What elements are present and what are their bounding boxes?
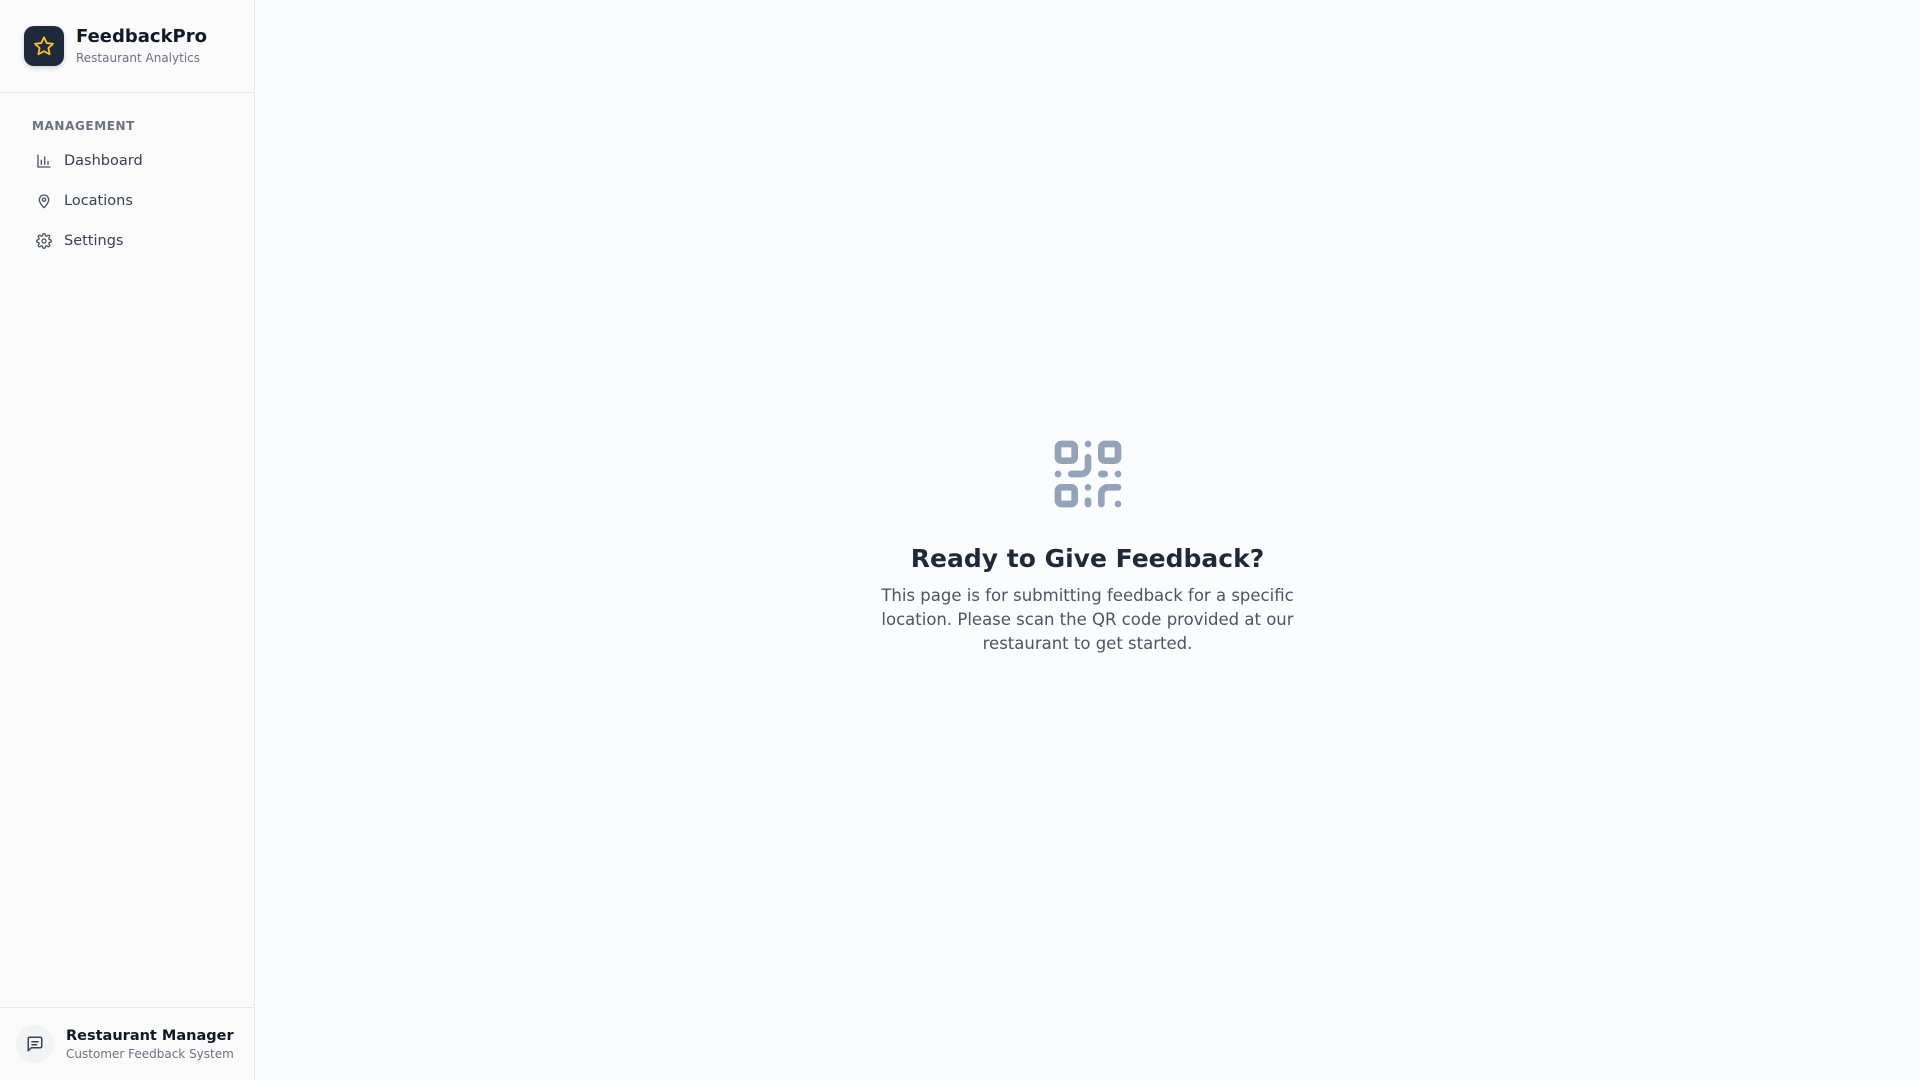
sidebar-footer: Restaurant Manager Customer Feedback Sys… — [0, 1007, 254, 1080]
footer-title: Restaurant Manager — [66, 1027, 234, 1044]
sidebar-item-label: Dashboard — [64, 153, 143, 169]
brand-text: FeedbackPro Restaurant Analytics — [76, 26, 207, 66]
brand-name: FeedbackPro — [76, 26, 207, 47]
sidebar-item-label: Settings — [64, 233, 124, 249]
sidebar: FeedbackPro Restaurant Analytics MANAGEM… — [0, 0, 255, 1080]
sidebar-item-settings[interactable]: Settings — [16, 221, 238, 261]
map-pin-icon — [36, 193, 52, 209]
brand-header: FeedbackPro Restaurant Analytics — [0, 0, 254, 93]
star-icon — [34, 36, 54, 56]
qr-code-icon — [1054, 440, 1121, 508]
footer-subtitle: Customer Feedback System — [66, 1046, 234, 1061]
sidebar-item-label: Locations — [64, 193, 133, 209]
brand-subtitle: Restaurant Analytics — [76, 51, 201, 65]
page-description: This page is for submitting feedback for… — [881, 586, 1294, 653]
gear-icon — [36, 233, 52, 249]
bar-chart-icon — [36, 153, 52, 169]
message-square-icon — [27, 1036, 43, 1052]
sidebar-item-locations[interactable]: Locations — [16, 181, 238, 221]
sidebar-item-dashboard[interactable]: Dashboard — [16, 141, 238, 181]
main-content: Ready to Give Feedback? This page is for… — [255, 0, 1920, 1080]
empty-state: Ready to Give Feedback? This page is for… — [878, 434, 1298, 656]
sidebar-nav: MANAGEMENT Dashboard Locations Settings — [0, 93, 254, 1007]
brand-logo — [24, 26, 64, 66]
avatar — [16, 1025, 54, 1063]
page-title: Ready to Give Feedback? — [910, 544, 1265, 573]
app-root: FeedbackPro Restaurant Analytics MANAGEM… — [0, 0, 1920, 1080]
nav-section-title: MANAGEMENT — [32, 119, 135, 133]
footer-text: Restaurant Manager Customer Feedback Sys… — [66, 1027, 234, 1062]
